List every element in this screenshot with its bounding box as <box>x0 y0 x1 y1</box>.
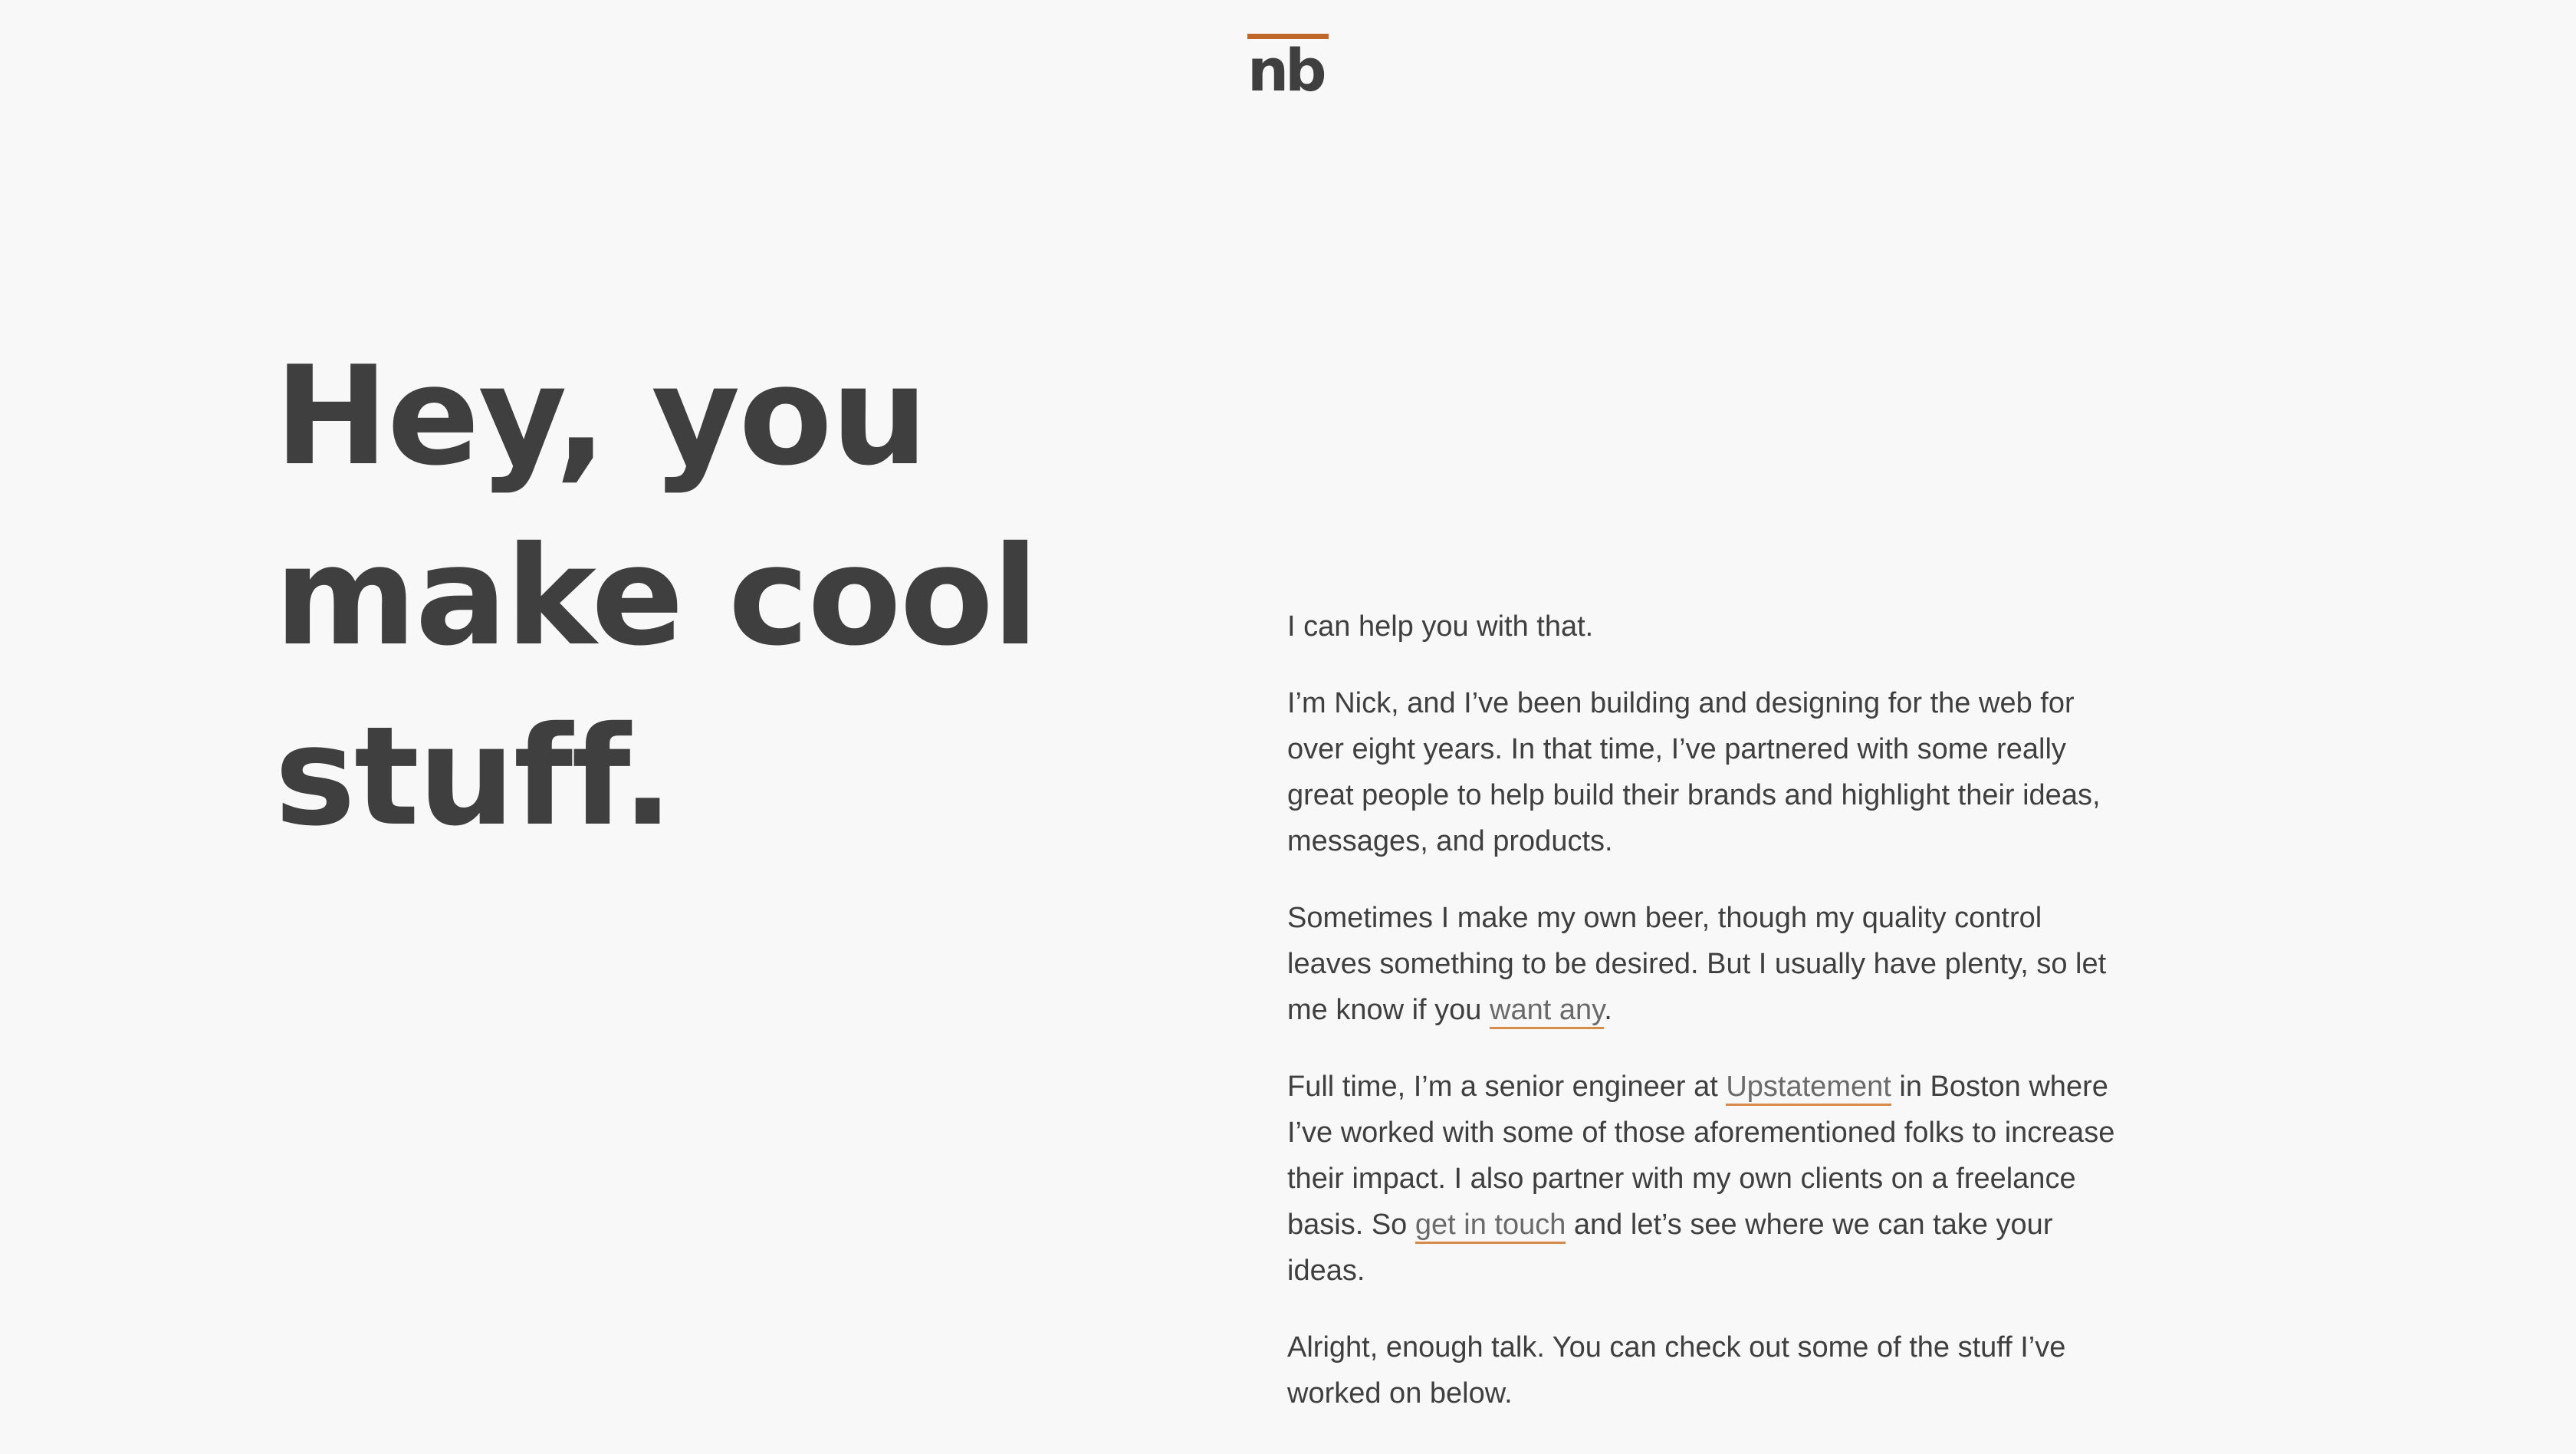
intro-copy: I can help you with that. I’m Nick, and … <box>1287 604 2115 1447</box>
hero-heading: Hey, you make cool stuff. <box>274 326 1118 867</box>
hero-line-2: make cool <box>274 517 1039 676</box>
logo-text: nb <box>1247 36 1327 104</box>
want-any-link[interactable]: want any <box>1490 994 1605 1029</box>
intro-paragraph-1: I can help you with that. <box>1287 610 1594 643</box>
intro-paragraph-3: Sometimes I make my own beer, though my … <box>1287 895 2115 1033</box>
intro-paragraph-5: Alright, enough talk. You can check out … <box>1287 1331 2066 1410</box>
intro-paragraph-4-text: Full time, I’m a senior engineer at <box>1287 1071 1727 1103</box>
site-logo[interactable]: nb <box>1247 34 1329 103</box>
hero-line-3: stuff. <box>274 697 674 856</box>
intro-paragraph-3-end: . <box>1604 994 1612 1026</box>
upstatement-link[interactable]: Upstatement <box>1726 1071 1891 1106</box>
hero-line-1: Hey, you <box>274 337 928 495</box>
intro-paragraph-2: I’m Nick, and I’ve been building and des… <box>1287 687 2101 857</box>
intro-paragraph-3-text: Sometimes I make my own beer, though my … <box>1287 902 2107 1026</box>
intro-paragraph-4: Full time, I’m a senior engineer at Upst… <box>1287 1064 2115 1294</box>
get-in-touch-link[interactable]: get in touch <box>1414 1209 1566 1244</box>
